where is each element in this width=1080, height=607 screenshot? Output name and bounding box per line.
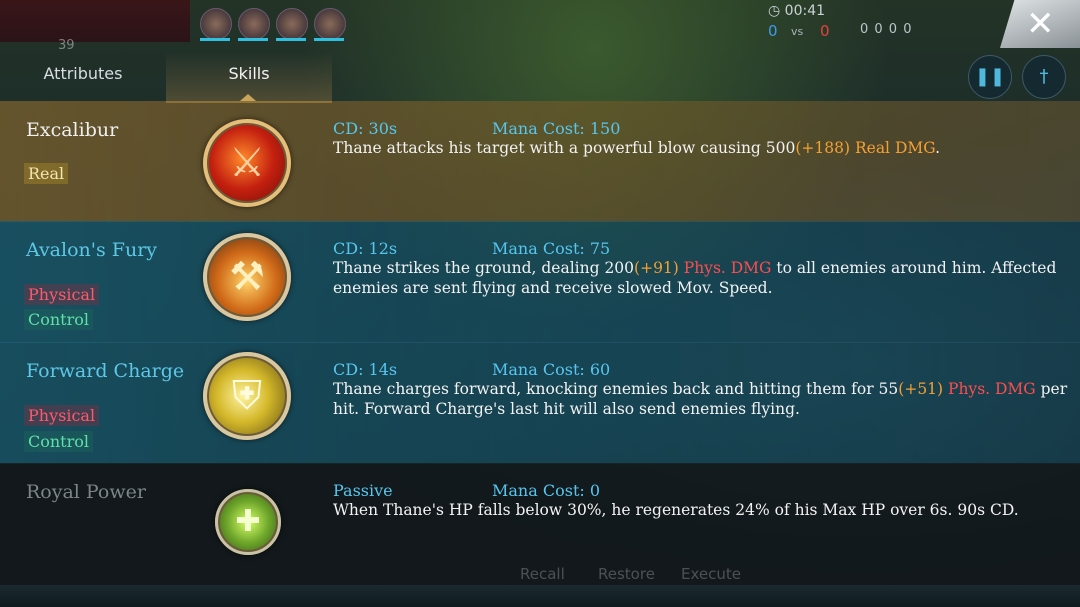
skill-mana-cost: Mana Cost: 0 — [492, 481, 601, 500]
charge-icon: ⛨ — [203, 352, 291, 440]
skill-name: Avalon's Fury — [26, 239, 158, 261]
desc-text: Thane attacks his target with a powerful… — [333, 139, 796, 157]
match-timer: ◷ 00:41 — [768, 3, 826, 19]
skill-cooldown: CD: 30s — [333, 119, 398, 138]
desc-bonus: (+188) — [795, 139, 851, 157]
desc-bonus: (+91) — [634, 259, 679, 277]
excalibur-skill-icon: ⚔ — [203, 119, 291, 207]
hero-portrait — [200, 8, 232, 40]
icon-frame — [215, 489, 281, 555]
skill-row-avalons-fury[interactable]: Avalon's Fury Physical Control ⚒ CD: 12s… — [0, 221, 1080, 343]
top-hud: 39 ◷ 00:41 0 vs 0 0 0 0 0 — [0, 0, 1080, 53]
equipment-button[interactable]: † — [1022, 55, 1066, 99]
hero-health-bar — [276, 38, 306, 41]
skill-name: Royal Power — [26, 481, 146, 503]
recall-label: Recall — [520, 565, 565, 583]
bottom-bar — [0, 585, 1080, 607]
skills-list: Excalibur Real ⚔ CD: 30s Mana Cost: 150 … — [0, 101, 1080, 586]
hero-health-bar — [314, 38, 344, 41]
skill-mana-cost: Mana Cost: 150 — [492, 119, 621, 138]
hero-portrait — [276, 8, 308, 40]
desc-damage-type: Phys. DMG — [943, 380, 1036, 398]
skill-mana-cost: Mana Cost: 60 — [492, 360, 611, 379]
pause-icon: ❚❚ — [974, 66, 1006, 87]
skill-description: Thane attacks his target with a powerful… — [333, 138, 1073, 158]
skill-description: When Thane's HP falls below 30%, he rege… — [333, 501, 1019, 519]
skill-description: Thane charges forward, knocking enemies … — [333, 379, 1073, 419]
skill-passive-label: Passive — [333, 481, 393, 500]
tab-attributes[interactable]: Attributes — [0, 52, 166, 102]
score-red: 0 — [820, 22, 830, 40]
hero-health-bar — [200, 38, 230, 41]
icon-frame — [203, 119, 291, 207]
hero-portrait — [238, 8, 270, 40]
skill-name: Forward Charge — [26, 360, 185, 382]
score-vs: vs — [791, 25, 804, 38]
tab-caret-icon — [240, 94, 256, 101]
skill-row-excalibur[interactable]: Excalibur Real ⚔ CD: 30s Mana Cost: 150 … — [0, 101, 1080, 222]
skill-row-forward-charge[interactable]: Forward Charge Physical Control ⛨ CD: 14… — [0, 342, 1080, 464]
desc-text: . — [935, 139, 941, 157]
skill-tag-control: Control — [24, 309, 94, 330]
icon-frame — [203, 352, 291, 440]
desc-damage-type: Real DMG — [850, 139, 936, 157]
pause-button[interactable]: ❚❚ — [968, 55, 1012, 99]
hero-portrait — [314, 8, 346, 40]
skill-name: Excalibur — [26, 119, 119, 141]
execute-label: Execute — [681, 565, 741, 583]
skill-tag-control: Control — [24, 431, 94, 452]
ground-strike-icon: ⚒ — [203, 233, 291, 321]
skill-cooldown: CD: 14s — [333, 360, 398, 379]
desc-bonus: (+51) — [898, 380, 944, 398]
desc-damage-type: Phys. DMG — [678, 259, 772, 277]
restore-label: Restore — [598, 565, 655, 583]
hero-health-bar — [238, 38, 268, 41]
skill-tag-real: Real — [24, 163, 69, 184]
sword-icon: † — [1039, 66, 1049, 87]
panel-tabs: Attributes Skills — [0, 52, 332, 102]
heal-icon: ✚ — [215, 489, 281, 555]
desc-text: Thane strikes the ground, dealing 200 — [333, 259, 635, 277]
icon-frame — [203, 233, 291, 321]
skill-tag-physical: Physical — [24, 284, 100, 305]
minimap[interactable] — [0, 0, 190, 42]
skill-mana-cost: Mana Cost: 75 — [492, 239, 611, 258]
close-icon: ✕ — [1026, 4, 1055, 44]
skill-description: Thane strikes the ground, dealing 200(+9… — [333, 258, 1073, 298]
kda-stats: 0 0 0 0 — [860, 22, 913, 37]
desc-text: Thane charges forward, knocking enemies … — [333, 380, 899, 398]
score-blue: 0 — [768, 22, 778, 40]
skill-cooldown: CD: 12s — [333, 239, 398, 258]
minimap-number: 39 — [58, 38, 75, 53]
timer-value: 00:41 — [784, 3, 826, 19]
skill-tag-physical: Physical — [24, 405, 100, 426]
